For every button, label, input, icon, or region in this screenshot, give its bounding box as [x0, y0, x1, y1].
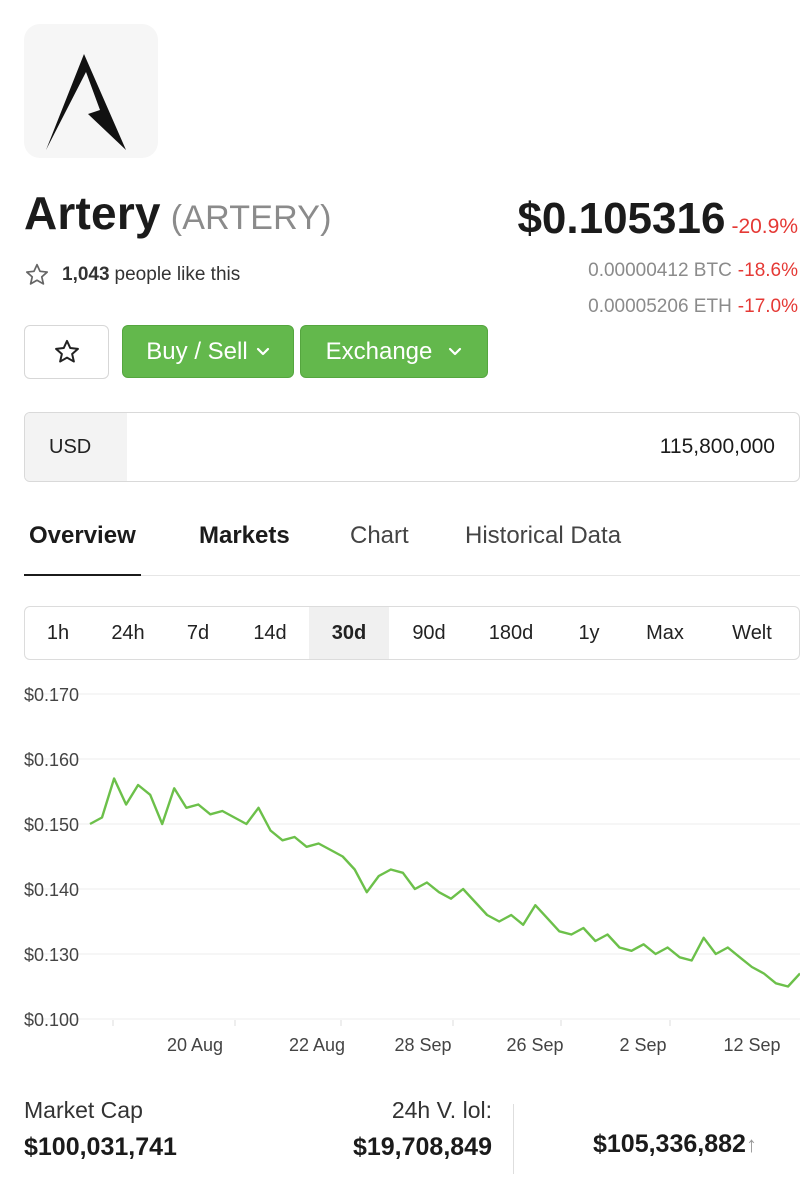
- range-max[interactable]: Max: [625, 607, 705, 659]
- y-tick-label: $0.140: [24, 880, 79, 900]
- y-tick-label: $0.160: [24, 750, 79, 770]
- y-tick-label: $0.150: [24, 815, 79, 835]
- up-arrow-icon: ↑: [745, 1132, 757, 1157]
- range-14d[interactable]: 14d: [231, 607, 309, 659]
- price-btc: 0.00000412 BTC: [588, 260, 732, 281]
- star-outline-icon: [25, 263, 49, 285]
- range-30d[interactable]: 30d: [309, 607, 389, 659]
- tab-markets[interactable]: Markets: [199, 522, 290, 550]
- tab-overview[interactable]: Overview: [29, 522, 136, 550]
- exchange-label: Exchange: [325, 337, 433, 365]
- x-tick-label: 20 Aug: [167, 1035, 223, 1055]
- likes-suffix: people like this: [114, 264, 241, 285]
- x-tick-label: 2 Sep: [619, 1035, 666, 1055]
- coin-title: Artery (ARTERY): [24, 186, 332, 240]
- range-7d[interactable]: 7d: [165, 607, 231, 659]
- tab-chart[interactable]: Chart: [350, 522, 409, 550]
- stats-divider: [513, 1104, 514, 1174]
- buy-sell-label: Buy / Sell: [146, 337, 248, 365]
- coin-symbol: (ARTERY): [170, 199, 332, 237]
- y-tick-label: $0.100: [24, 1010, 79, 1030]
- price-usd-row: $0.105316 -20.9%: [517, 194, 798, 244]
- market-cap-label: Market Cap: [24, 1097, 143, 1123]
- x-tick-label: 26 Sep: [506, 1035, 563, 1055]
- price-eth-change: -17.0%: [737, 296, 798, 317]
- artery-logo-icon: [46, 54, 126, 150]
- section-tabs: Overview Markets Chart Historical Data: [24, 514, 800, 576]
- coin-logo: [24, 24, 158, 158]
- volume-value: $19,708,849: [352, 1133, 492, 1161]
- likes-count: 1,043: [62, 264, 110, 285]
- star-icon: [54, 339, 79, 363]
- x-tick-label: 28 Sep: [394, 1035, 451, 1055]
- x-tick-label: 12 Sep: [723, 1035, 780, 1055]
- price-btc-change: -18.6%: [737, 260, 798, 281]
- volume-label: 24h V. lol:: [391, 1097, 492, 1123]
- favorite-button[interactable]: [24, 325, 109, 379]
- range-1h[interactable]: 1h: [25, 607, 91, 659]
- price-eth-row: 0.00005206 ETH -17.0%: [588, 296, 798, 318]
- market-cap-value: $100,031,741: [24, 1133, 177, 1161]
- range-1y[interactable]: 1y: [553, 607, 625, 659]
- third-stat-amount: $105,336,882: [593, 1130, 746, 1158]
- currency-converter: USD 115,800,000: [24, 412, 800, 482]
- buy-sell-button[interactable]: Buy / Sell: [122, 325, 294, 378]
- range-24h[interactable]: 24h: [91, 607, 165, 659]
- price-usd: $0.105316: [517, 194, 726, 243]
- price-chart: $0.170 $0.160 $0.150 $0.140 $0.130 $0.100 20 …: [24, 685, 800, 1055]
- price-usd-change: -20.9%: [731, 215, 798, 238]
- time-range-selector: 1h 24h 7d 14d 30d 90d 180d 1y Max Welt: [24, 606, 800, 660]
- x-tick-label: 22 Aug: [289, 1035, 345, 1055]
- likes-row: 1,043 people like this: [24, 262, 240, 288]
- price-series-line: [89, 777, 800, 988]
- y-tick-label: $0.130: [24, 945, 79, 965]
- third-stat-value: $105,336,882↑: [593, 1130, 757, 1159]
- range-90d[interactable]: 90d: [389, 607, 469, 659]
- exchange-button[interactable]: Exchange: [300, 325, 488, 378]
- coin-name: Artery: [24, 187, 161, 239]
- range-180d[interactable]: 180d: [469, 607, 553, 659]
- chevron-down-icon: [256, 347, 270, 357]
- y-tick-label: $0.170: [24, 685, 79, 705]
- price-eth: 0.00005206 ETH: [588, 296, 732, 317]
- chevron-down-icon: [448, 347, 462, 357]
- active-tab-indicator: [24, 574, 141, 576]
- converter-amount-input[interactable]: 115,800,000: [127, 413, 799, 481]
- price-btc-row: 0.00000412 BTC -18.6%: [588, 260, 798, 282]
- tab-historical-data[interactable]: Historical Data: [465, 522, 621, 550]
- range-welt[interactable]: Welt: [705, 607, 799, 659]
- converter-currency-select[interactable]: USD: [25, 413, 127, 481]
